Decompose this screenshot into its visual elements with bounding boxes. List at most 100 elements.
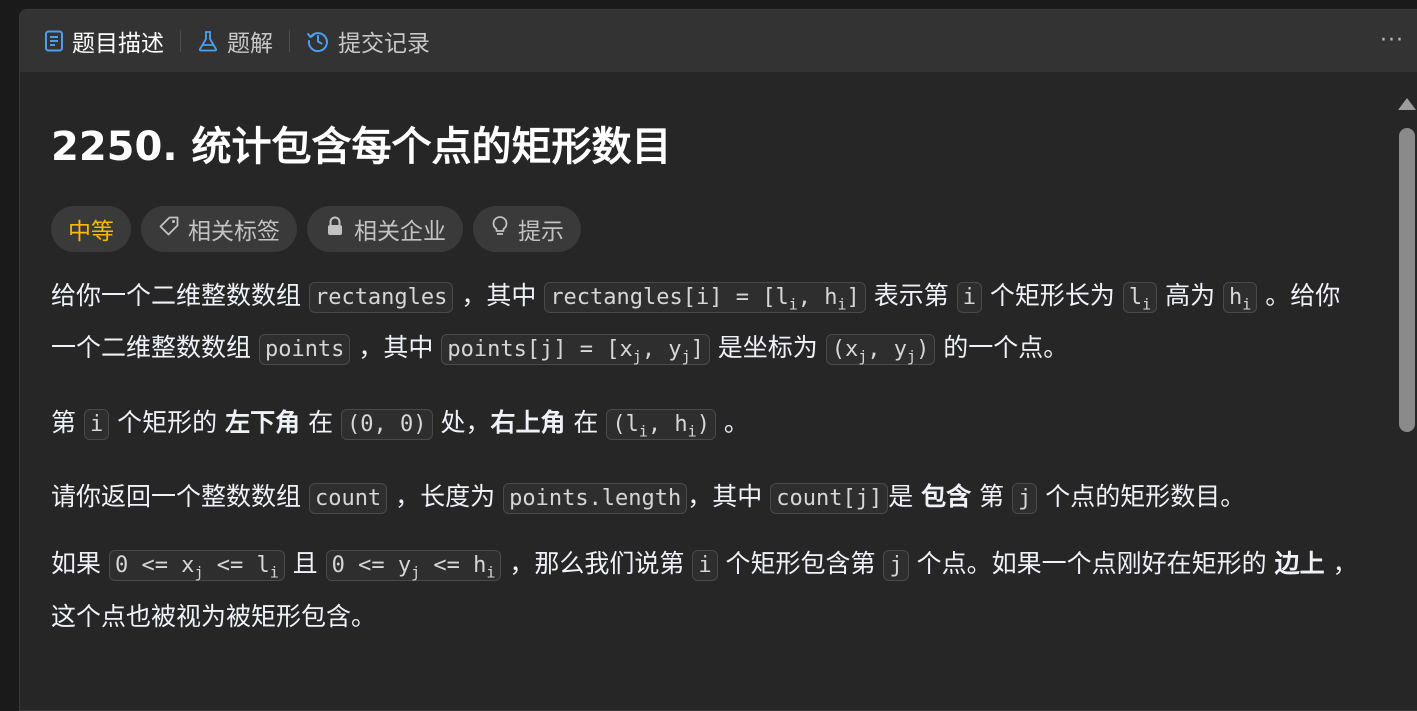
inline-code: j [1012, 483, 1038, 515]
code-text: <= h [420, 553, 487, 579]
subscript: j [907, 347, 917, 366]
code-text: , y [641, 337, 682, 363]
description-icon [44, 30, 64, 52]
code-text: ] [846, 285, 860, 310]
code-text: (l [612, 411, 639, 437]
inline-code: i [956, 282, 982, 313]
text: ，长度为 [387, 482, 504, 512]
text: ，那么我们说第 [501, 549, 693, 579]
bold-text: 左下角 [225, 407, 301, 437]
text: 表示第 [865, 281, 957, 310]
problem-content: 2250. 统计包含每个点的矩形数目 中等 相关标签 相关企业 提示 给你一个二… [51, 72, 1361, 660]
inline-code: (li, hi) [606, 408, 716, 441]
text: 个点的矩形数目。 [1037, 482, 1246, 512]
related-companies-label: 相关企业 [354, 219, 446, 245]
inline-code: li [1122, 282, 1158, 314]
subscript: i [638, 422, 648, 441]
inline-code: rectangles [308, 282, 454, 313]
code-text: h [1229, 285, 1243, 310]
code-text: (x [831, 337, 859, 363]
tab-divider [180, 30, 181, 52]
text: 个矩形包含第 [717, 549, 884, 579]
difficulty-badge: 中等 [51, 206, 131, 252]
code-text: <= l [203, 553, 270, 579]
bold-text: 右上角 [490, 407, 566, 437]
text: 的一个点。 [935, 333, 1069, 363]
bold-text: 包含 [921, 482, 972, 512]
tab-submissions[interactable]: 提交记录 [306, 24, 430, 58]
code-text: , h [647, 411, 688, 437]
code-text: , y [867, 337, 908, 363]
subscript: i [1142, 295, 1152, 314]
inline-code: i [83, 408, 110, 440]
inline-code: rectangles[i] = [li, hi] [544, 282, 866, 314]
tab-divider [289, 30, 290, 52]
tab-description[interactable]: 题目描述 [44, 24, 164, 58]
code-text: rectangles[i] = [l [550, 285, 789, 310]
subscript: j [858, 347, 868, 366]
bold-text: 边上 [1274, 549, 1325, 579]
text: 高为 [1157, 281, 1224, 310]
text: 个矩形的 [109, 407, 226, 437]
text: 处， [432, 407, 491, 437]
flask-icon [197, 30, 219, 52]
description-paragraph: 给你一个二维整数数组 rectangles ，其中 rectangles[i] … [51, 274, 1361, 379]
scroll-up-arrow-icon[interactable] [1398, 98, 1416, 110]
code-text: 0 <= x [114, 553, 195, 579]
subscript: i [269, 563, 279, 582]
more-options-button[interactable]: ··· [1380, 28, 1404, 53]
subscript: j [632, 347, 642, 366]
scrollbar-thumb[interactable] [1399, 128, 1415, 432]
text: 给你一个二维整数数组 [51, 281, 309, 310]
related-tags-button[interactable]: 相关标签 [141, 206, 297, 252]
inline-code: points[j] = [xj, yj] [441, 334, 710, 366]
text: 请你返回一个整数数组 [51, 482, 309, 512]
text: ，其中 [453, 281, 545, 310]
page-title: 2250. 统计包含每个点的矩形数目 [51, 124, 672, 170]
code-text: ] [690, 337, 704, 363]
history-icon [306, 29, 330, 53]
text: ，其中 [687, 482, 771, 512]
hint-button[interactable]: 提示 [473, 206, 581, 252]
tab-submissions-label: 提交记录 [338, 31, 430, 57]
description-paragraph: 第 i 个矩形的 左下角 在 (0, 0) 处，右上角 在 (li, hi) 。 [51, 401, 1361, 453]
description-paragraph: 请你返回一个整数数组 count ，长度为 points.length ，其中 c… [51, 475, 1361, 520]
subscript: i [1242, 295, 1252, 314]
inline-code: points.length [503, 483, 688, 515]
hint-label: 提示 [518, 219, 564, 245]
related-tags-label: 相关标签 [188, 219, 280, 245]
code-text: ) [696, 411, 710, 437]
tab-description-label: 题目描述 [72, 31, 164, 57]
subscript: i [837, 295, 847, 314]
problem-description: 给你一个二维整数数组 rectangles ，其中 rectangles[i] … [51, 274, 1361, 638]
text: 。 [715, 407, 749, 437]
problem-tags: 中等 相关标签 相关企业 提示 [51, 206, 1361, 252]
subscript: i [687, 422, 697, 441]
tab-solutions[interactable]: 题解 [197, 24, 273, 58]
code-text: 0 <= y [331, 553, 412, 579]
subscript: j [681, 347, 691, 366]
inline-code: 0 <= yj <= hi [325, 550, 502, 582]
text: ，其中 [350, 333, 442, 363]
code-text: points[j] = [x [447, 337, 633, 363]
related-companies-button[interactable]: 相关企业 [307, 206, 463, 252]
problem-panel: 题目描述 题解 提交记录 ··· 2250. 统计包含每个点的矩形数目 中等 相… [19, 9, 1417, 711]
subscript: i [788, 295, 798, 314]
tab-bar: 题目描述 题解 提交记录 ··· [20, 10, 1417, 72]
text: 第 [971, 482, 1013, 512]
vertical-scrollbar[interactable] [1394, 82, 1417, 710]
code-text: l [1128, 285, 1143, 310]
inline-code: count[j] [770, 483, 889, 515]
tag-icon [158, 215, 180, 243]
text: 如果 [51, 549, 109, 579]
inline-code: points [258, 334, 351, 366]
inline-code: 0 <= xj <= li [108, 550, 285, 582]
description-paragraph: 如果 0 <= xj <= li 且 0 <= yj <= hi ，那么我们说第… [51, 542, 1361, 637]
subscript: j [411, 563, 421, 582]
text: 且 [284, 549, 326, 579]
inline-code: (0, 0) [341, 408, 433, 440]
lock-icon [324, 215, 346, 243]
tab-solutions-label: 题解 [227, 31, 273, 57]
text: 是坐标为 [709, 333, 826, 363]
inline-code: j [883, 550, 909, 582]
